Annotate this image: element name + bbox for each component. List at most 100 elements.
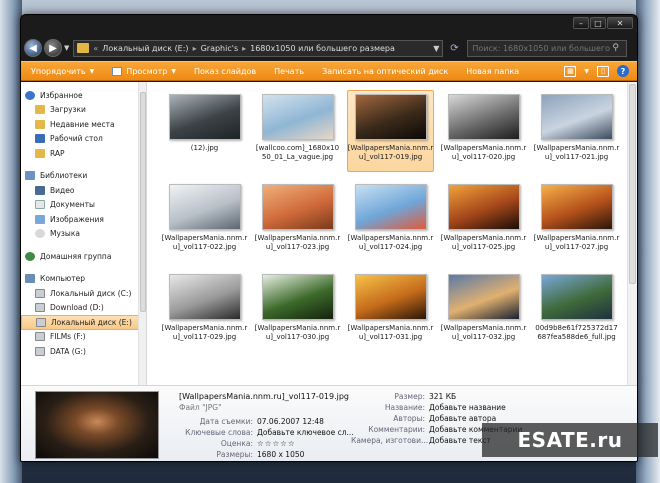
file-tile[interactable]: [WallpapersMania.nnm.ru]_vol117-021.jpg <box>533 90 620 172</box>
breadcrumb-drive[interactable]: Локальный диск (E:) <box>102 44 188 53</box>
file-tile[interactable]: [WallpapersMania.nnm.ru]_vol117-031.jpg <box>347 270 434 352</box>
sidebar-item-video[interactable]: Видео <box>21 183 146 198</box>
detail-value[interactable]: 321 КБ <box>429 392 456 401</box>
search-box[interactable]: ⚲ <box>467 39 628 57</box>
file-tile[interactable]: [WallpapersMania.nnm.ru]_vol117-023.jpg <box>254 180 341 262</box>
forward-button[interactable]: ▶ <box>44 39 62 57</box>
image-thumbnail <box>540 94 613 140</box>
detail-value[interactable]: Добавьте название <box>429 403 506 412</box>
command-bar: Упорядочить ▼ Просмотр ▼ Показ слайдов Печ… <box>21 61 637 81</box>
file-tile[interactable]: [WallpapersMania.nnm.ru]_vol117-027.jpg <box>533 180 620 262</box>
help-icon[interactable]: ? <box>617 65 629 77</box>
sidebar-item-documents[interactable]: Документы <box>21 198 146 213</box>
sidebar-homegroup[interactable]: Домашняя группа <box>21 249 146 264</box>
image-thumbnail <box>261 274 334 320</box>
sidebar-item-rap[interactable]: RAP <box>21 146 146 161</box>
preview-pane-icon[interactable]: ▯ <box>597 65 609 77</box>
slideshow-button[interactable]: Показ слайдов <box>194 67 256 76</box>
file-tile[interactable]: [WallpapersMania.nnm.ru]_vol117-032.jpg <box>440 270 527 352</box>
drive-icon <box>35 288 45 298</box>
file-name-label: [WallpapersMania.nnm.ru]_vol117-020.jpg <box>440 144 527 161</box>
sidebar-item-drive-g[interactable]: DATA (G:) <box>21 344 146 359</box>
file-name-label: [WallpapersMania.nnm.ru]_vol117-024.jpg <box>347 234 434 251</box>
sidebar-item-drive-f[interactable]: FILMs (F:) <box>21 330 146 345</box>
file-list-scroll-thumb[interactable] <box>629 84 636 284</box>
detail-key: Дата съемки: <box>199 417 253 426</box>
sidebar-item-pictures[interactable]: Изображения <box>21 212 146 227</box>
sidebar-item-music[interactable]: Музыка <box>21 227 146 242</box>
detail-value[interactable]: 07.06.2007 12:48 <box>257 417 324 426</box>
view-menu-button[interactable]: Просмотр ▼ <box>112 66 176 76</box>
file-name-label: [WallpapersMania.nnm.ru]_vol117-030.jpg <box>254 324 341 341</box>
back-button[interactable]: ◀ <box>24 39 42 57</box>
view-options-chevron-icon[interactable]: ▼ <box>584 68 589 75</box>
search-icon[interactable]: ⚲ <box>612 43 619 53</box>
sidebar-scroll-thumb[interactable] <box>140 92 146 312</box>
image-thumbnail <box>168 274 241 320</box>
file-tile[interactable]: [WallpapersMania.nnm.ru]_vol117-029.jpg <box>161 270 248 352</box>
star-icon <box>25 90 35 100</box>
file-tile[interactable]: [WallpapersMania.nnm.ru]_vol117-024.jpg <box>347 180 434 262</box>
burn-button[interactable]: Записать на оптический диск <box>322 67 448 76</box>
desktop-background-left <box>0 0 22 483</box>
address-dropdown-icon[interactable]: ▼ <box>433 44 442 53</box>
detail-row: Оценка: ☆☆☆☆☆ <box>161 439 296 448</box>
window-caption-buttons: – □ ✕ <box>573 17 633 29</box>
detail-row: Ключевые слова: Добавьте ключевое сл... <box>161 428 354 437</box>
file-tile[interactable]: [WallpapersMania.nnm.ru]_vol117-019.jpg <box>347 90 434 172</box>
file-tile[interactable]: [WallpapersMania.nnm.ru]_vol117-020.jpg <box>440 90 527 172</box>
sidebar-item-drive-e[interactable]: Локальный диск (E:) <box>21 315 146 330</box>
address-bar[interactable]: « Локальный диск (E:) ▸ Graphic's ▸ 1680… <box>73 39 444 57</box>
sidebar-item-drive-d[interactable]: Download (D:) <box>21 301 146 316</box>
close-button[interactable]: ✕ <box>607 17 633 29</box>
rating-stars[interactable]: ☆☆☆☆☆ <box>257 439 296 448</box>
detail-value[interactable]: Добавьте автора <box>429 414 496 423</box>
file-list-scrollbar[interactable] <box>627 82 637 385</box>
image-thumbnail <box>447 184 520 230</box>
file-tile[interactable]: (12).jpg <box>161 90 248 172</box>
drive-icon <box>35 303 45 313</box>
new-folder-button[interactable]: Новая папка <box>466 67 519 76</box>
sidebar-libraries[interactable]: Библиотеки <box>21 169 146 184</box>
detail-value[interactable]: Добавьте ключевое сл... <box>257 428 354 437</box>
breadcrumb-current-folder[interactable]: 1680x1050 или большего размера <box>250 44 395 53</box>
organize-menu-button[interactable]: Упорядочить ▼ <box>31 67 94 76</box>
refresh-button[interactable]: ⟳ <box>445 40 463 57</box>
file-tile[interactable]: [WallpapersMania.nnm.ru]_vol117-022.jpg <box>161 180 248 262</box>
sidebar-favorites[interactable]: Избранное <box>21 88 146 103</box>
navigation-pane: Избранное Загрузки Недавние места Рабочи… <box>21 82 147 385</box>
selected-file-preview <box>35 391 159 459</box>
sidebar-item-desktop[interactable]: Рабочий стол <box>21 132 146 147</box>
maximize-button[interactable]: □ <box>590 17 606 29</box>
drive-icon <box>35 346 45 356</box>
sidebar-item-downloads[interactable]: Загрузки <box>21 103 146 118</box>
file-tile[interactable]: [WallpapersMania.nnm.ru]_vol117-025.jpg <box>440 180 527 262</box>
video-library-icon <box>35 185 45 195</box>
image-thumbnail <box>354 184 427 230</box>
detail-key: Камера, изготови... <box>351 436 429 445</box>
print-button[interactable]: Печать <box>274 67 304 76</box>
minimize-button[interactable]: – <box>573 17 589 29</box>
recent-pages-chevron-icon[interactable]: ▼ <box>64 44 69 52</box>
file-tile[interactable]: [wallcoo.com]_1680x1050_01_La_vague.jpg <box>254 90 341 172</box>
sidebar-scrollbar[interactable] <box>138 82 146 385</box>
music-library-icon <box>35 229 45 239</box>
search-input[interactable] <box>472 43 613 53</box>
libraries-icon <box>25 171 35 181</box>
homegroup-icon <box>25 251 35 261</box>
desktop-icon <box>35 134 45 144</box>
chevron-down-icon: ▼ <box>89 67 95 75</box>
sidebar-item-recent-places[interactable]: Недавние места <box>21 117 146 132</box>
change-view-icon[interactable]: ▦ <box>564 65 577 77</box>
image-thumbnail <box>354 274 427 320</box>
file-tile[interactable]: 00d9b8e61f725372d17687fea588de6_full.jpg <box>533 270 620 352</box>
sidebar-computer[interactable]: Компьютер <box>21 272 146 287</box>
image-thumbnail <box>261 94 334 140</box>
file-tile[interactable]: [WallpapersMania.nnm.ru]_vol117-030.jpg <box>254 270 341 352</box>
breadcrumb-graphics[interactable]: Graphic's <box>201 44 239 53</box>
sidebar-item-drive-c[interactable]: Локальный диск (C:) <box>21 286 146 301</box>
image-thumbnail <box>168 94 241 140</box>
detail-key: Ключевые слова: <box>185 428 253 437</box>
detail-value[interactable]: 1680 x 1050 <box>257 450 304 459</box>
thumbnail-grid: (12).jpg [wallcoo.com]_1680x1050_01_La_va… <box>161 90 637 352</box>
